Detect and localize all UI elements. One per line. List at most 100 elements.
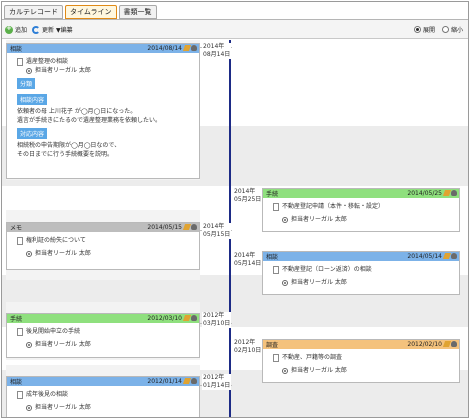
person-icon[interactable] [451,253,457,259]
card-title-row: 遺産整理の相談 [17,57,195,66]
edit-pen-icon[interactable] [442,253,452,259]
date-label: 2012年 03月10日 [202,312,232,328]
card-person-row: 担当者リーガル 太郎 [17,340,195,349]
expand-radio[interactable]: 展開 [414,25,435,34]
user-icon [26,341,32,348]
card-body: 成年後見の相談 担当者リーガル 太郎 [7,386,199,414]
edit-menu-button[interactable]: ▼編纂 [56,25,73,34]
card-person-row: 担当者リーガル 太郎 [17,66,195,75]
card-person: 担当者リーガル 太郎 [35,404,91,411]
person-icon[interactable] [451,190,457,196]
card-date: 2012/02/10 [407,341,442,348]
card-date: 2014/05/15 [147,224,182,231]
date-label-day: 05月15日 [203,231,231,238]
section-label: 分類 [17,78,36,89]
card-date: 2014/08/14 [147,45,182,52]
date-label-day: 02月10日 [234,347,262,354]
section-text: 遺言が手続きにたるので遺産整理業務を依頼したい。 [17,117,162,124]
date-label-day: 03月10日 [203,320,231,327]
date-label-day: 01月14日 [203,382,231,389]
date-label-year: 2012年 [234,339,256,346]
document-icon [273,202,279,211]
tab-document-list[interactable]: 書類一覧 [118,5,157,19]
card-title[interactable]: 成年後見の相談 [26,390,68,399]
expand-label: 展開 [423,27,436,34]
card-category: 手続 [266,191,279,198]
date-label-day: 05月14日 [234,260,262,267]
card-title[interactable]: 後見開始申立の手続 [26,327,80,336]
tab-bar: カルテレコード タイムライン 書類一覧 [4,5,157,19]
card-category: 調査 [266,342,279,349]
edit-pen-icon[interactable] [182,315,192,321]
card-header: 手続 2012/03/10 [7,314,199,323]
card-person-row: 担当者リーガル 太郎 [273,215,455,224]
document-icon [17,57,23,66]
collapse-radio[interactable]: 縮小 [442,25,463,34]
date-label-year: 2014年 [203,43,225,50]
collapse-radio-icon [442,26,449,33]
date-label: 2014年 05月15日 [202,223,232,239]
user-icon [282,367,288,374]
card-title-row: 不動産、戸籍等の調査 [273,353,455,362]
timeline-card-right-3[interactable]: 調査 2012/02/10 不動産、戸籍等の調査 担当者リーガル 太郎 [262,339,460,383]
card-category: 相談 [10,379,23,386]
card-title[interactable]: 不動産登記（ローン返済）の相談 [282,265,372,274]
date-label-day: 05月25日 [234,196,262,203]
timeline-area[interactable]: 相談 2014/08/14 遺産整理の相談 担当者リーガル 太郎 分類 相談内容 [2,40,468,417]
user-icon [26,404,32,411]
section-label: 対応内容 [17,128,48,139]
document-icon [17,390,23,399]
person-icon[interactable] [191,45,197,51]
tab-karte-record[interactable]: カルテレコード [4,5,63,19]
timeline-card-left-2[interactable]: メモ 2014/05/15 権利証の紛失について 担当者リーガル 太郎 [6,222,200,270]
person-icon[interactable] [191,224,197,230]
card-title[interactable]: 不動産登記申請（本件・移転・設定） [282,202,384,211]
timeline-card-right-2[interactable]: 相談 2014/05/14 不動産登記（ローン返済）の相談 担当者リーガル 太郎 [262,251,460,295]
person-icon[interactable] [191,378,197,384]
date-label-year: 2012年 [203,312,225,319]
card-person-row: 担当者リーガル 太郎 [273,366,455,375]
card-header-icons [182,45,197,51]
card-date: 2012/03/10 [147,315,182,322]
refresh-button[interactable]: 更新 [32,25,54,34]
card-title[interactable]: 不動産、戸籍等の調査 [282,353,342,362]
card-title[interactable]: 遺産整理の相談 [26,57,68,66]
card-header: 調査 2012/02/10 [263,340,459,349]
card-date: 2012/01/14 [147,378,182,385]
user-icon [282,279,288,286]
card-header: メモ 2014/05/15 [7,223,199,232]
edit-pen-icon[interactable] [442,341,452,347]
edit-pen-icon[interactable] [182,378,192,384]
timeline-card-right-1[interactable]: 手続 2014/05/25 不動産登記申請（本件・移転・設定） 担当者リーガル … [262,188,460,232]
toolbar: 追加 更新 ▼編纂 展開 縮小 [2,20,468,39]
card-body: 不動産登記申請（本件・移転・設定） 担当者リーガル 太郎 [263,198,459,226]
document-icon [17,327,23,336]
document-icon [273,353,279,362]
user-icon [26,67,32,74]
tab-timeline[interactable]: タイムライン [65,5,117,19]
person-icon[interactable] [191,315,197,321]
refresh-label: 更新 [42,27,55,34]
card-title[interactable]: 権利証の紛失について [26,236,86,245]
person-icon[interactable] [451,341,457,347]
card-header: 相談 2014/05/14 [263,252,459,261]
edit-pen-icon[interactable] [442,190,452,196]
section-text: 依頼者の母 上川花子 が◯月◯日になった。 [17,108,137,115]
card-person: 担当者リーガル 太郎 [35,67,91,74]
user-icon [282,216,288,223]
card-title-row: 不動産登記申請（本件・移転・設定） [273,202,455,211]
timeline-card-left-3[interactable]: 手続 2012/03/10 後見開始申立の手続 担当者リーガル 太郎 [6,313,200,358]
card-body: 不動産登記（ローン返済）の相談 担当者リーガル 太郎 [263,261,459,289]
edit-pen-icon[interactable] [182,45,192,51]
card-date: 2014/05/14 [407,253,442,260]
card-header: 手続 2014/05/25 [263,189,459,198]
add-button[interactable]: 追加 [5,24,27,34]
card-category: メモ [10,225,23,232]
timeline-card-left-1[interactable]: 相談 2014/08/14 遺産整理の相談 担当者リーガル 太郎 分類 相談内容 [6,43,200,179]
card-person: 担当者リーガル 太郎 [35,341,91,348]
card-title-row: 不動産登記（ローン返済）の相談 [273,265,455,274]
document-icon [273,265,279,274]
timeline-card-left-4[interactable]: 相談 2012/01/14 成年後見の相談 担当者リーガル 太郎 [6,376,200,417]
date-label-year: 2012年 [203,374,225,381]
edit-pen-icon[interactable] [182,224,192,230]
